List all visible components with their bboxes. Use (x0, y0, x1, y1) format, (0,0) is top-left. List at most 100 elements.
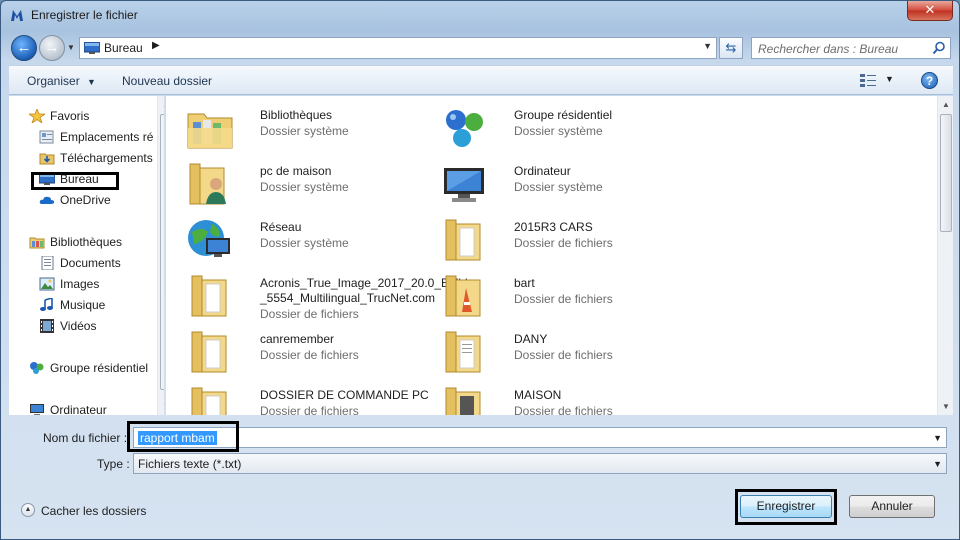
file-item-dany[interactable]: DANY Dossier de fichiers (440, 328, 690, 378)
music-icon (40, 298, 53, 311)
file-item-2015r3-cars[interactable]: 2015R3 CARS Dossier de fichiers (440, 216, 690, 266)
refresh-icon: ⇆ (725, 40, 737, 55)
title-bar[interactable]: Enregistrer le fichier ✕ (1, 1, 959, 31)
back-button[interactable]: ← (11, 35, 37, 61)
file-name: Réseau (260, 220, 302, 234)
view-dropdown-icon[interactable]: ▼ (885, 74, 894, 84)
chevron-down-icon[interactable]: ▼ (933, 433, 942, 443)
computer-icon (30, 404, 44, 415)
file-item-network[interactable]: Réseau Dossier système (186, 216, 436, 266)
file-type: Dossier de fichiers (260, 307, 359, 321)
command-bar: Organiser ▼ Nouveau dossier ▼ ? (9, 65, 953, 95)
file-item-canremember[interactable]: canremember Dossier de fichiers (186, 328, 436, 378)
homegroup-icon (446, 110, 483, 147)
file-type: Dossier système (260, 236, 349, 250)
recent-places-icon (39, 130, 54, 144)
file-item-homegroup[interactable]: Groupe résidentiel Dossier système (440, 104, 690, 154)
sidebar-item-label: Bibliothèques (50, 235, 123, 249)
filename-input[interactable]: rapport mbam ▼ (133, 427, 947, 448)
libraries-icon (29, 237, 45, 249)
save-dialog: Enregistrer le fichier ✕ ← → ▼ Bureau ▶ … (0, 0, 960, 540)
address-dropdown-icon[interactable]: ▼ (703, 41, 712, 51)
cancel-button[interactable]: Annuler (849, 495, 935, 518)
help-icon: ? (925, 74, 934, 88)
address-bar[interactable]: Bureau ▶ ▼ (79, 37, 717, 59)
sidebar-scrollbar[interactable]: ▲ ▼ (157, 96, 164, 415)
collapse-folders-icon[interactable]: ▲ (21, 503, 35, 517)
dialog-footer: ▲ Cacher les dossiers Enregistrer Annule… (9, 483, 953, 535)
scroll-up-icon[interactable]: ▲ (942, 100, 950, 109)
sidebar-item-label: Documents (60, 256, 121, 270)
highlight-box-filename (127, 421, 239, 452)
chevron-down-icon[interactable]: ▼ (933, 459, 942, 469)
desktop-icon (84, 42, 100, 54)
file-name: Groupe résidentiel (514, 108, 613, 122)
documents-icon (41, 256, 54, 270)
file-type: Dossier système (260, 124, 349, 138)
file-name: Acronis_True_Image_2017_20.0_Build_5554_… (260, 276, 468, 305)
sidebar-item-label: Images (60, 277, 100, 291)
scrollbar-thumb[interactable] (940, 114, 952, 232)
libraries-icon (187, 113, 233, 149)
history-dropdown-icon[interactable]: ▼ (67, 43, 77, 53)
file-name: 2015R3 CARS (514, 220, 593, 234)
forward-button[interactable]: → (39, 35, 65, 61)
search-placeholder: Rechercher dans : Bureau (758, 42, 899, 56)
address-chevron-icon[interactable]: ▶ (152, 40, 160, 51)
close-button[interactable]: ✕ (907, 1, 953, 21)
file-list-scrollbar[interactable]: ▲ ▼ (937, 96, 953, 415)
scrollbar-thumb[interactable] (160, 114, 164, 390)
malwarebytes-icon (11, 10, 23, 21)
file-item-computer[interactable]: Ordinateur Dossier système (440, 160, 690, 210)
computer-icon (444, 168, 484, 202)
hide-folders-link[interactable]: Cacher les dossiers (41, 504, 146, 518)
organise-menu[interactable]: Organiser ▼ (27, 74, 96, 88)
file-type: Dossier de fichiers (260, 348, 359, 362)
search-icon[interactable] (932, 41, 946, 55)
file-item-acronis[interactable]: Acronis_True_Image_2017_20.0_Build_5554_… (186, 272, 468, 322)
navigation-pane: Favoris Emplacements ré Téléchargements … (9, 96, 165, 415)
save-form: Nom du fichier : rapport mbam ▼ Type : F… (9, 416, 953, 480)
file-name: pc de maison (260, 164, 332, 178)
file-type: Dossier système (514, 180, 603, 194)
view-options-icon[interactable] (859, 73, 877, 87)
file-type: Dossier de fichiers (514, 236, 613, 250)
sidebar-item-label: OneDrive (60, 193, 111, 207)
chevron-down-icon: ▼ (87, 77, 96, 87)
help-button[interactable]: ? (921, 72, 938, 89)
file-item-bart[interactable]: bart Dossier de fichiers (440, 272, 690, 322)
scroll-up-icon[interactable]: ▲ (162, 100, 164, 109)
file-item-pc-de-maison[interactable]: pc de maison Dossier système (186, 160, 436, 210)
network-icon (188, 220, 230, 257)
onedrive-icon (39, 196, 55, 204)
sidebar-item-label: Groupe résidentiel (50, 361, 149, 375)
file-name: Ordinateur (514, 164, 571, 178)
organise-label: Organiser (27, 74, 80, 88)
file-name: Bibliothèques (260, 108, 333, 122)
file-list: Bibliothèques Dossier système Groupe rés… (166, 96, 953, 415)
new-folder-button[interactable]: Nouveau dossier (122, 74, 212, 88)
folder-icon (191, 387, 227, 415)
file-item-dossier-de-commande-pc[interactable]: DOSSIER DE COMMANDE PC Dossier de fichie… (186, 384, 436, 415)
file-item-libraries[interactable]: Bibliothèques Dossier système (186, 104, 436, 154)
forward-arrow-icon: → (44, 39, 60, 56)
address-text[interactable]: Bureau (104, 41, 143, 55)
sidebar-item-label: Téléchargements (60, 151, 153, 165)
scroll-down-icon[interactable]: ▼ (162, 402, 164, 411)
refresh-button[interactable]: ⇆ (719, 37, 743, 59)
star-icon (29, 109, 45, 123)
scroll-down-icon[interactable]: ▼ (942, 402, 950, 411)
search-input[interactable]: Rechercher dans : Bureau (751, 37, 951, 59)
sidebar-item-label: Musique (60, 298, 106, 312)
back-arrow-icon: ← (16, 39, 32, 56)
window-title: Enregistrer le fichier (31, 8, 138, 22)
file-type-select[interactable]: Fichiers texte (*.txt) ▼ (133, 453, 947, 474)
navigation-bar: ← → ▼ Bureau ▶ ▼ ⇆ Rechercher dans : Bur… (1, 31, 959, 63)
sidebar-item-label: Favoris (50, 109, 90, 123)
file-type: Dossier de fichiers (514, 404, 613, 415)
file-item-maison[interactable]: MAISON Dossier de fichiers (440, 384, 690, 415)
folder-icon (445, 387, 481, 415)
filename-label: Nom du fichier : (43, 431, 128, 445)
downloads-icon (39, 153, 55, 165)
file-type: Dossier système (260, 180, 349, 194)
